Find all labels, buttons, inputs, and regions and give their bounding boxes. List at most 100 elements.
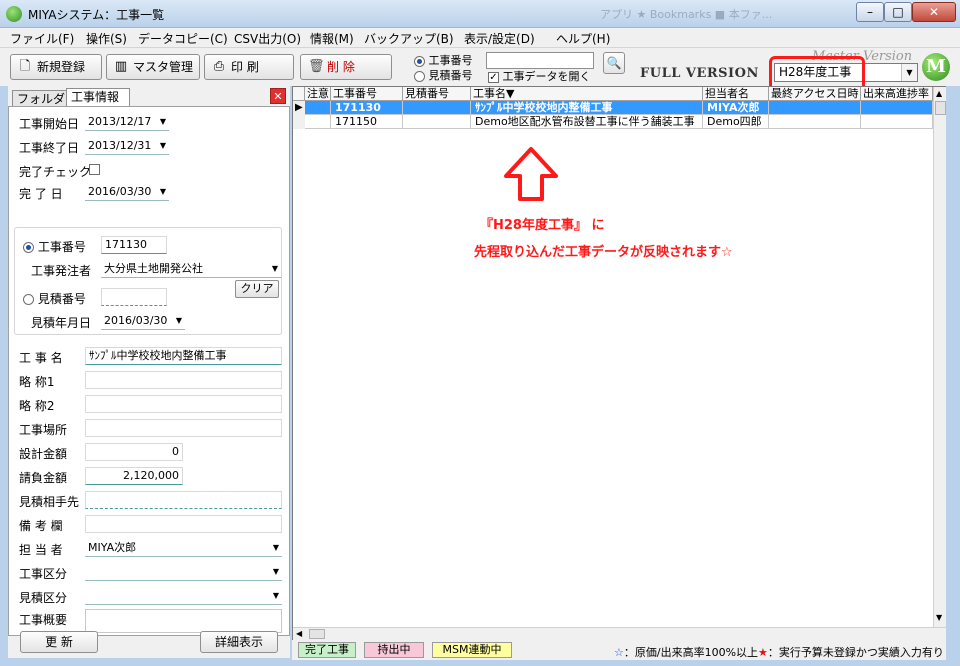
brand-logo: M [922, 53, 950, 81]
complete-date-label: 完 了 日 [19, 187, 63, 201]
table-cell [861, 115, 933, 129]
close-button[interactable]: ✕ [912, 2, 956, 22]
chevron-down-icon: ▼ [272, 543, 279, 552]
complete-check-label: 完了チェック [19, 165, 92, 179]
abbr2-field[interactable] [85, 395, 282, 413]
column-header[interactable]: 工事名▼ [471, 87, 703, 101]
radio-job-no-indicator [414, 55, 425, 67]
legend-blue-star: ☆：原価/出来高率100%以上 [614, 646, 759, 659]
estimate-no-field[interactable] [101, 288, 167, 306]
status-complete-legend: 完了工事 [298, 642, 356, 658]
job-no-field[interactable]: 171130 [101, 236, 167, 254]
status-msm-legend: MSM連動中 [432, 642, 512, 658]
table-row[interactable]: 171150 Demo地区配水管布設替工事に伴う舗装工事 Demo四郎 [305, 115, 933, 129]
radio-estimate-no-form[interactable]: 見積番号 [23, 290, 86, 307]
summary-field[interactable] [85, 609, 282, 633]
radio-indicator [23, 242, 34, 253]
chevron-down-icon: ▼ [272, 567, 279, 576]
person-select[interactable]: MIYA次郎 ▼ [85, 539, 282, 557]
update-button[interactable]: 更 新 [20, 631, 98, 653]
delete-button[interactable]: 🗑 削 除 [300, 54, 392, 80]
menu-csv[interactable]: CSV出力(O) [234, 30, 301, 47]
menu-help[interactable]: ヘルプ(H) [556, 30, 610, 47]
menu-data-copy[interactable]: データコピー(C) [138, 30, 228, 47]
menu-bar: ファイル(F) 操作(S) データコピー(C) CSV出力(O) 情報(M) バ… [0, 28, 960, 48]
column-header[interactable]: 出来高進捗率 [861, 87, 933, 101]
minimize-button[interactable]: – [856, 2, 884, 22]
column-header[interactable]: 最終アクセス日時 [769, 87, 861, 101]
client-label: 工事発注者 [31, 264, 92, 278]
estimate-date-label: 見積年月日 [31, 316, 92, 330]
complete-date-picker[interactable]: 2016/03/30 ▼ [85, 183, 169, 201]
table-cell [403, 115, 471, 129]
vertical-scrollbar[interactable]: ▲ ▼ [933, 87, 946, 627]
table-cell [403, 101, 471, 115]
remarks-field[interactable] [85, 515, 282, 533]
job-name-field[interactable]: ｻﾝﾌﾟﾙ中学校校地内整備工事 [85, 347, 282, 365]
estimate-client-field[interactable] [85, 491, 282, 509]
end-date-picker[interactable]: 2013/12/31 ▼ [85, 137, 169, 155]
abbr1-field[interactable] [85, 371, 282, 389]
radio-job-no[interactable]: 工事番号 [414, 52, 473, 68]
radio-job-no-form[interactable]: 工事番号 [23, 238, 86, 255]
search-input[interactable] [486, 52, 594, 69]
table-row[interactable]: 171130 ｻﾝﾌﾟﾙ中学校校地内整備工事 MIYA次郎 [305, 101, 933, 115]
job-name-label: 工 事 名 [19, 351, 63, 365]
window-title: MIYAシステム：工事一覧 [28, 8, 165, 22]
books-icon: ▥ [114, 59, 128, 74]
horizontal-scrollbar[interactable]: ◀ [293, 627, 946, 640]
estimate-category-select[interactable]: ▼ [85, 587, 282, 605]
open-data-checkbox[interactable]: ✓ 工事データを開く [488, 68, 591, 84]
menu-file[interactable]: ファイル(F) [10, 30, 74, 47]
design-amount-field[interactable]: 0 [85, 443, 183, 461]
vertical-scroll-thumb[interactable] [935, 101, 946, 115]
radio-estimate-no-indicator [414, 70, 425, 82]
horizontal-scroll-thumb[interactable] [309, 629, 325, 639]
tab-job-info[interactable]: 工事情報 [66, 88, 130, 107]
master-manage-button[interactable]: ▥ マスタ管理 [106, 54, 200, 80]
site-field[interactable] [85, 419, 282, 437]
design-amount-label: 設計金額 [19, 447, 68, 461]
scroll-left-icon: ◀ [296, 629, 303, 638]
new-register-button[interactable]: 🗋 新規登録 [10, 54, 102, 80]
menu-view-settings[interactable]: 表示/設定(D) [464, 30, 535, 47]
client-select[interactable]: 大分県土地開発公社 ▼ [101, 260, 281, 278]
minimize-icon: – [867, 5, 873, 19]
radio-estimate-no[interactable]: 見積番号 [414, 67, 473, 83]
print-button[interactable]: ⎙ 印 刷 [204, 54, 294, 80]
column-header[interactable]: 工事番号 [331, 87, 403, 101]
chevron-down-icon: ▼ [159, 117, 166, 126]
menu-backup[interactable]: バックアップ(B) [364, 30, 454, 47]
contract-amount-field[interactable]: 2,120,000 [85, 467, 183, 485]
menu-info[interactable]: 情報(M) [310, 30, 354, 47]
start-date-picker[interactable]: 2013/12/17 ▼ [85, 113, 169, 131]
full-version-label: FULL VERSION [640, 66, 759, 81]
column-header[interactable]: 担当者名 [703, 87, 769, 101]
table-cell: Demo地区配水管布設替工事に伴う舗装工事 [471, 115, 703, 129]
clear-button[interactable]: クリア [235, 280, 279, 298]
tab-folder[interactable]: フォルダ [12, 90, 71, 106]
radio-indicator [23, 294, 34, 305]
close-icon: ✕ [273, 90, 283, 103]
complete-checkbox[interactable] [89, 164, 100, 175]
detail-view-button[interactable]: 詳細表示 [200, 631, 278, 653]
column-header[interactable]: 注意 [305, 87, 331, 101]
maximize-button[interactable]: □ [884, 2, 912, 22]
table-cell: 171130 [331, 101, 403, 115]
red-star-icon: ★ [758, 646, 768, 659]
row-headers: ▶ [293, 101, 305, 129]
column-header[interactable]: 見積番号 [403, 87, 471, 101]
category-select[interactable]: ▼ [85, 563, 282, 581]
contract-amount-label: 請負金額 [19, 471, 68, 485]
estimate-date-picker[interactable]: 2016/03/30 ▼ [101, 312, 185, 330]
table-cell [769, 101, 861, 115]
panel-close-button[interactable]: ✕ [270, 88, 286, 104]
job-info-panel: フォルダ 工事情報 ✕ 工事開始日 2013/12/17 ▼ 工事終了日 2013… [8, 86, 290, 658]
search-button[interactable]: 🔍 [603, 52, 625, 74]
menu-operation[interactable]: 操作(S) [86, 30, 127, 47]
table-cell [305, 115, 331, 129]
table-cell: MIYA次郎 [703, 101, 769, 115]
maximize-icon: □ [892, 5, 904, 19]
status-bar: 完了工事 持出中 MSM連動中 ☆：原価/出来高率100%以上 ★：実行予算未登… [292, 640, 946, 660]
site-label: 工事場所 [19, 423, 68, 437]
